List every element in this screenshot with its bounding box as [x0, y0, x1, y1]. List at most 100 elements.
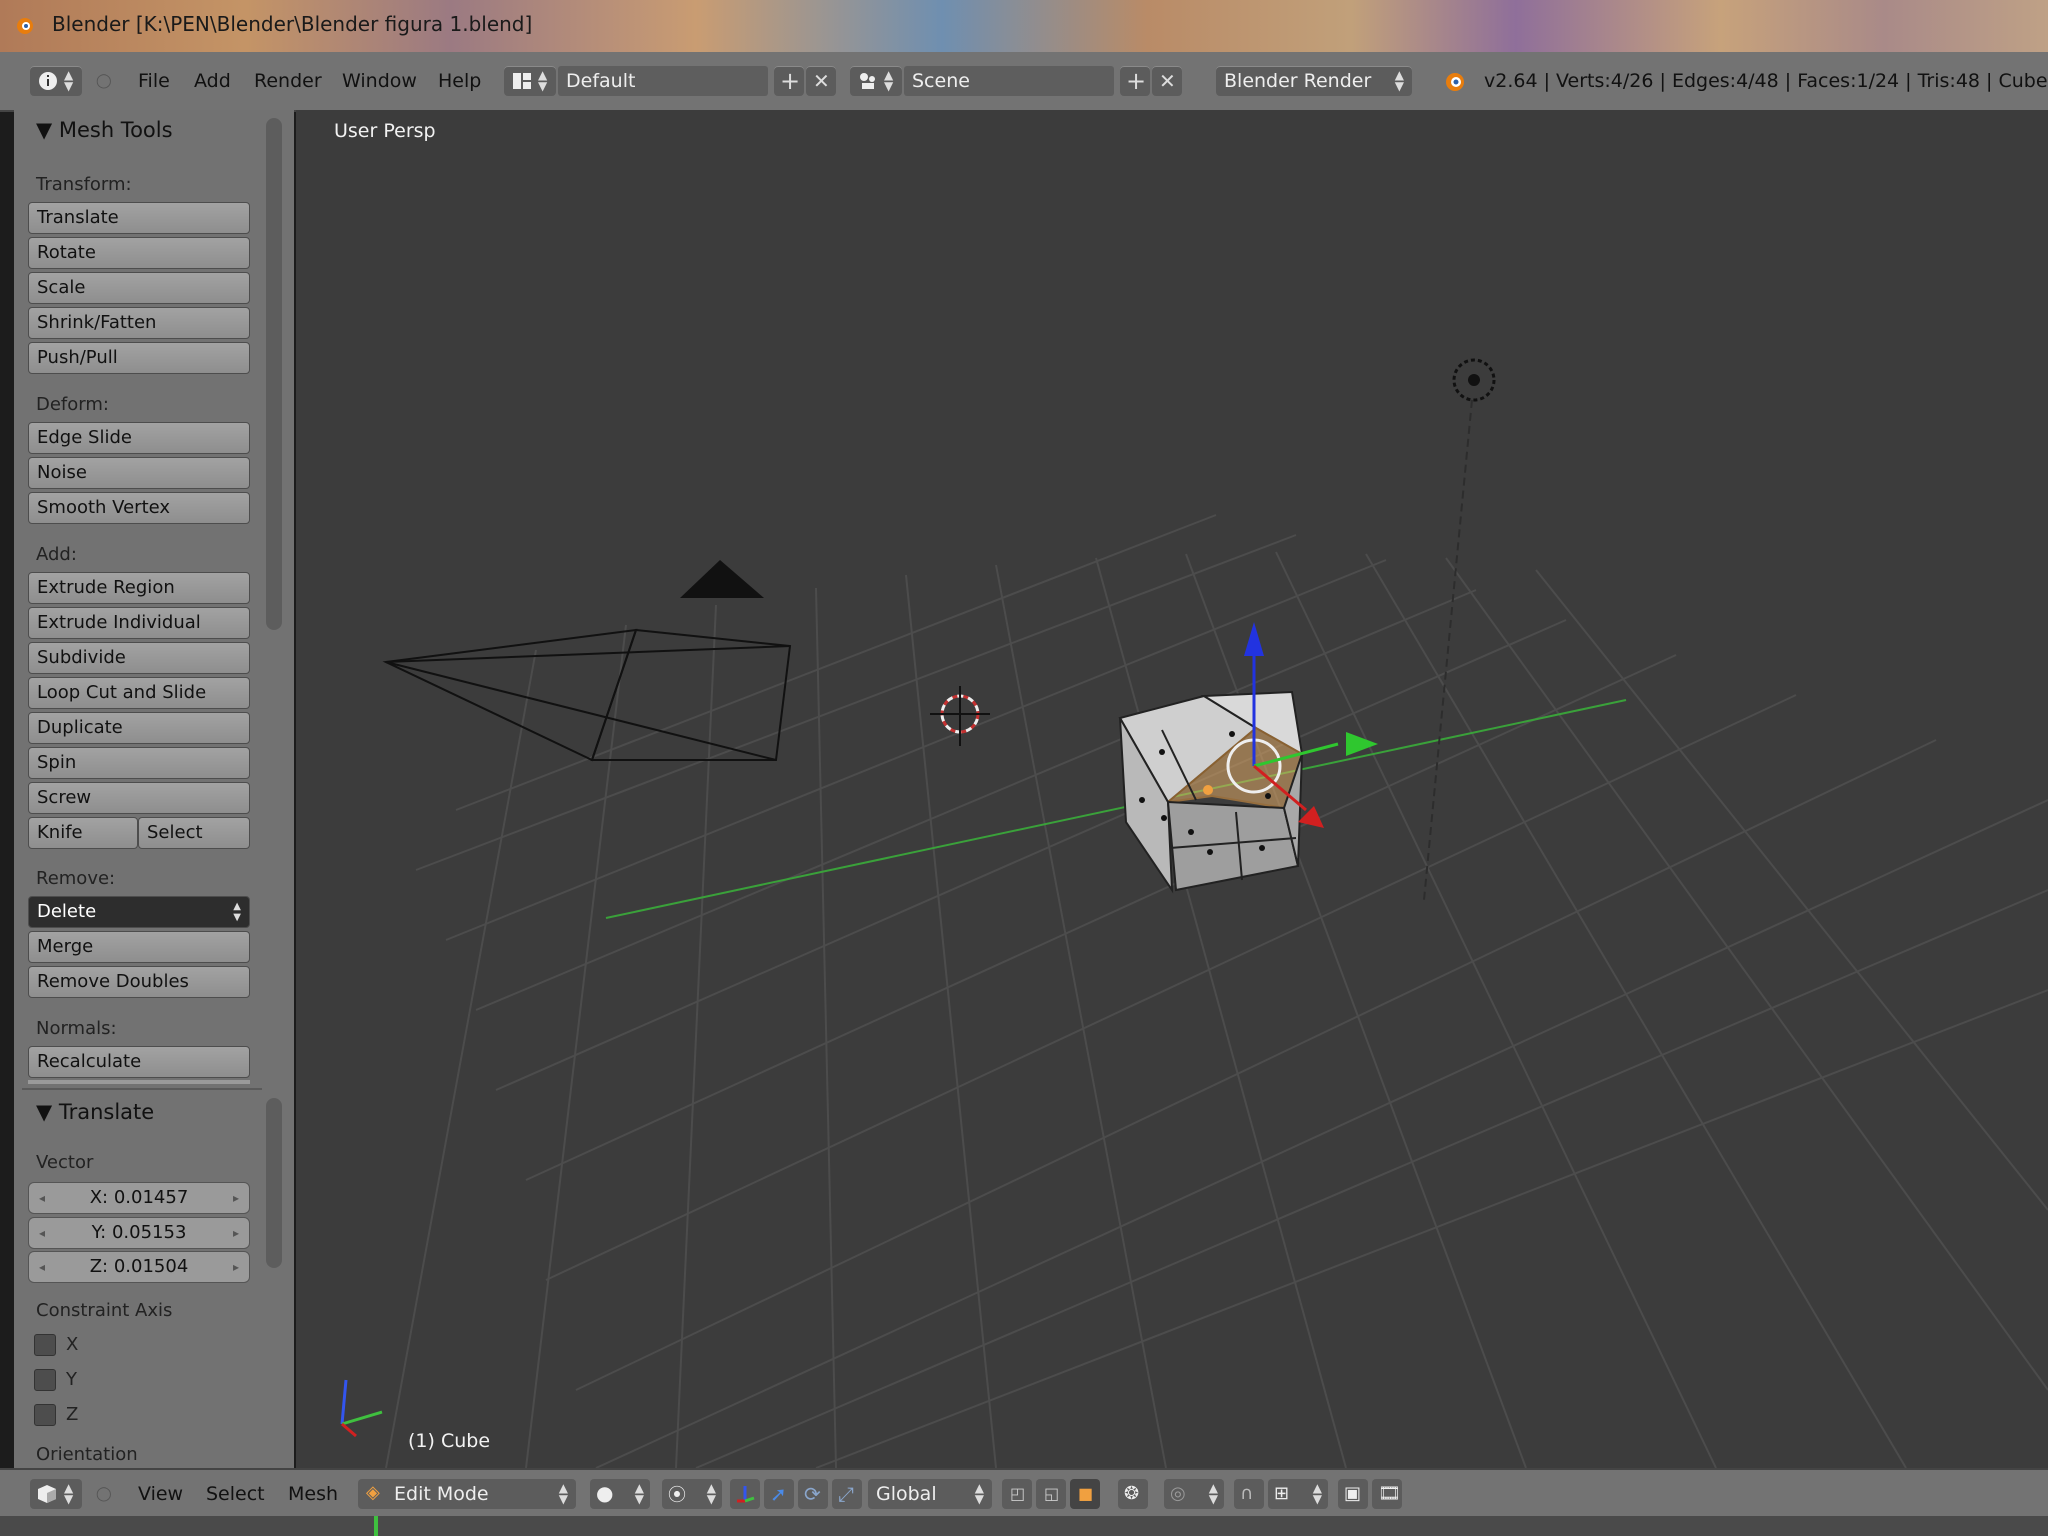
- updown-arrows-icon: ▲ ▼: [1208, 1481, 1218, 1506]
- manipulator-toggle[interactable]: [730, 1479, 760, 1509]
- duplicate-button[interactable]: Duplicate: [28, 712, 250, 744]
- recalculate-button[interactable]: Recalculate: [28, 1046, 250, 1078]
- constraint-z-checkbox[interactable]: [34, 1404, 56, 1426]
- snap-icon: ∩: [1240, 1483, 1254, 1504]
- constraint-x-checkbox[interactable]: [34, 1334, 56, 1356]
- rotate-button[interactable]: Rotate: [28, 237, 250, 269]
- 3d-viewport[interactable]: User Persp (1) Cube: [296, 110, 2048, 1468]
- tool-shelf-scrollbar[interactable]: [266, 118, 282, 630]
- merge-button[interactable]: Merge: [28, 931, 250, 963]
- increment-arrow-icon[interactable]: ▸: [233, 1183, 239, 1213]
- knife-select-button[interactable]: Select: [138, 817, 250, 849]
- updown-arrows-icon: ▲ ▼: [64, 68, 74, 93]
- occlude-geometry-button[interactable]: ❂: [1118, 1479, 1148, 1509]
- translate-manipulator-button[interactable]: ➚: [764, 1479, 794, 1509]
- edge-select-icon: ◱: [1044, 1484, 1060, 1503]
- timeline-strip[interactable]: [0, 1516, 2048, 1536]
- translate-panel-header[interactable]: ▼ Translate: [36, 1100, 154, 1124]
- increment-arrow-icon[interactable]: ▸: [233, 1252, 239, 1282]
- opengl-animation-button[interactable]: 🎞: [1372, 1479, 1402, 1509]
- mode-dropdown[interactable]: ◈ Edit Mode ▲ ▼: [358, 1479, 576, 1509]
- smooth-vertex-button[interactable]: Smooth Vertex: [28, 492, 250, 524]
- collapse-menus-icon[interactable]: ◯: [96, 1470, 112, 1518]
- vector-y-field[interactable]: ◂ Y: 0.05153 ▸: [28, 1217, 250, 1249]
- pivot-point-dropdown[interactable]: ⦿ ▲ ▼: [662, 1479, 722, 1509]
- updown-arrows-icon: ▲ ▼: [64, 1481, 74, 1506]
- mesh-tools-panel-header[interactable]: ▼ Mesh Tools: [36, 118, 173, 142]
- add-screen-button[interactable]: +: [774, 66, 804, 96]
- push-pull-button[interactable]: Push/Pull: [28, 342, 250, 374]
- snap-element-dropdown[interactable]: ⊞ ▲ ▼: [1268, 1479, 1328, 1509]
- menu-render[interactable]: Render: [254, 52, 322, 110]
- spin-button[interactable]: Spin: [28, 747, 250, 779]
- loop-cut-and-slide-button[interactable]: Loop Cut and Slide: [28, 677, 250, 709]
- increment-arrow-icon[interactable]: ▸: [233, 1218, 239, 1248]
- translate-button[interactable]: Translate: [28, 202, 250, 234]
- vector-y-value: Y: 0.05153: [91, 1222, 187, 1243]
- snap-toggle[interactable]: ∩: [1234, 1479, 1264, 1509]
- proportional-editing-dropdown[interactable]: ◎ ▲ ▼: [1164, 1479, 1224, 1509]
- extrude-region-button[interactable]: Extrude Region: [28, 572, 250, 604]
- remove-screen-button[interactable]: ✕: [806, 66, 836, 96]
- snap-target-icon: ⊞: [1274, 1483, 1290, 1504]
- add-label: Add:: [36, 544, 77, 565]
- viewport-shading-dropdown[interactable]: ● ▲ ▼: [590, 1479, 650, 1509]
- 3d-view-editor-icon: [38, 1485, 56, 1503]
- add-scene-button[interactable]: +: [1120, 66, 1150, 96]
- decrement-arrow-icon[interactable]: ◂: [39, 1183, 45, 1213]
- editor-type-button[interactable]: ▲ ▼: [30, 66, 82, 96]
- vector-z-field[interactable]: ◂ Z: 0.01504 ▸: [28, 1251, 250, 1283]
- menu-select[interactable]: Select: [206, 1470, 265, 1518]
- scale-manipulator-button[interactable]: ⤢: [832, 1479, 862, 1509]
- cube-mesh[interactable]: [1118, 690, 1304, 894]
- remove-doubles-button[interactable]: Remove Doubles: [28, 966, 250, 998]
- shrink-fatten-button[interactable]: Shrink/Fatten: [28, 307, 250, 339]
- orientation-value: Global: [876, 1483, 937, 1505]
- face-select-mode-button[interactable]: ■: [1070, 1479, 1100, 1509]
- edge-slide-button[interactable]: Edge Slide: [28, 422, 250, 454]
- scale-button[interactable]: Scale: [28, 272, 250, 304]
- menu-file[interactable]: File: [138, 52, 170, 110]
- subdivide-button[interactable]: Subdivide: [28, 642, 250, 674]
- lamp-object[interactable]: [1423, 358, 1496, 901]
- opengl-animation-icon: 🎞: [1378, 1483, 1401, 1504]
- info-header: ▲ ▼ ◯ File Add Render Window Help ▲ ▼ Defa…: [0, 52, 2048, 112]
- current-frame-indicator[interactable]: [374, 1516, 378, 1536]
- collapse-menus-icon[interactable]: ◯: [96, 52, 112, 110]
- scene-field[interactable]: Scene: [904, 66, 1114, 96]
- rotate-manipulator-button[interactable]: ⟳: [798, 1479, 828, 1509]
- screen-layout-field[interactable]: Default: [558, 66, 768, 96]
- deform-label: Deform:: [36, 394, 109, 415]
- knife-button[interactable]: Knife: [28, 817, 138, 849]
- extrude-individual-button[interactable]: Extrude Individual: [28, 607, 250, 639]
- decrement-arrow-icon[interactable]: ◂: [39, 1218, 45, 1248]
- transform-orientation-dropdown[interactable]: Global ▲ ▼: [868, 1479, 992, 1509]
- remove-scene-button[interactable]: ✕: [1152, 66, 1182, 96]
- editor-type-button[interactable]: ▲ ▼: [30, 1479, 82, 1509]
- menu-mesh[interactable]: Mesh: [288, 1470, 338, 1518]
- render-engine-dropdown[interactable]: Blender Render ▲ ▼: [1216, 66, 1412, 96]
- proportional-editing-icon: ◎: [1170, 1483, 1186, 1504]
- screen-layout-icon: [513, 73, 531, 89]
- translate-panel-scrollbar[interactable]: [266, 1098, 282, 1268]
- 3d-cursor[interactable]: [930, 686, 990, 746]
- screw-button[interactable]: Screw: [28, 782, 250, 814]
- constraint-y-checkbox[interactable]: [34, 1369, 56, 1391]
- menu-add[interactable]: Add: [194, 52, 231, 110]
- manipulator-icon: [737, 1486, 755, 1503]
- vector-x-field[interactable]: ◂ X: 0.01457 ▸: [28, 1182, 250, 1214]
- opengl-render-button[interactable]: ▣: [1338, 1479, 1368, 1509]
- screen-layout-dropdown[interactable]: ▲ ▼: [504, 66, 556, 96]
- delete-dropdown[interactable]: Delete ▲ ▼: [28, 896, 250, 928]
- decrement-arrow-icon[interactable]: ◂: [39, 1252, 45, 1282]
- vertex-select-mode-button[interactable]: ◰: [1002, 1479, 1032, 1509]
- menu-help[interactable]: Help: [438, 52, 481, 110]
- noise-button[interactable]: Noise: [28, 457, 250, 489]
- panel-divider: [22, 1088, 262, 1090]
- scene-dropdown[interactable]: ▲ ▼: [850, 66, 902, 96]
- edge-select-mode-button[interactable]: ◱: [1036, 1479, 1066, 1509]
- menu-window[interactable]: Window: [342, 52, 417, 110]
- menu-view[interactable]: View: [138, 1470, 183, 1518]
- camera-up-triangle: [680, 560, 764, 598]
- camera-object[interactable]: [382, 628, 792, 762]
